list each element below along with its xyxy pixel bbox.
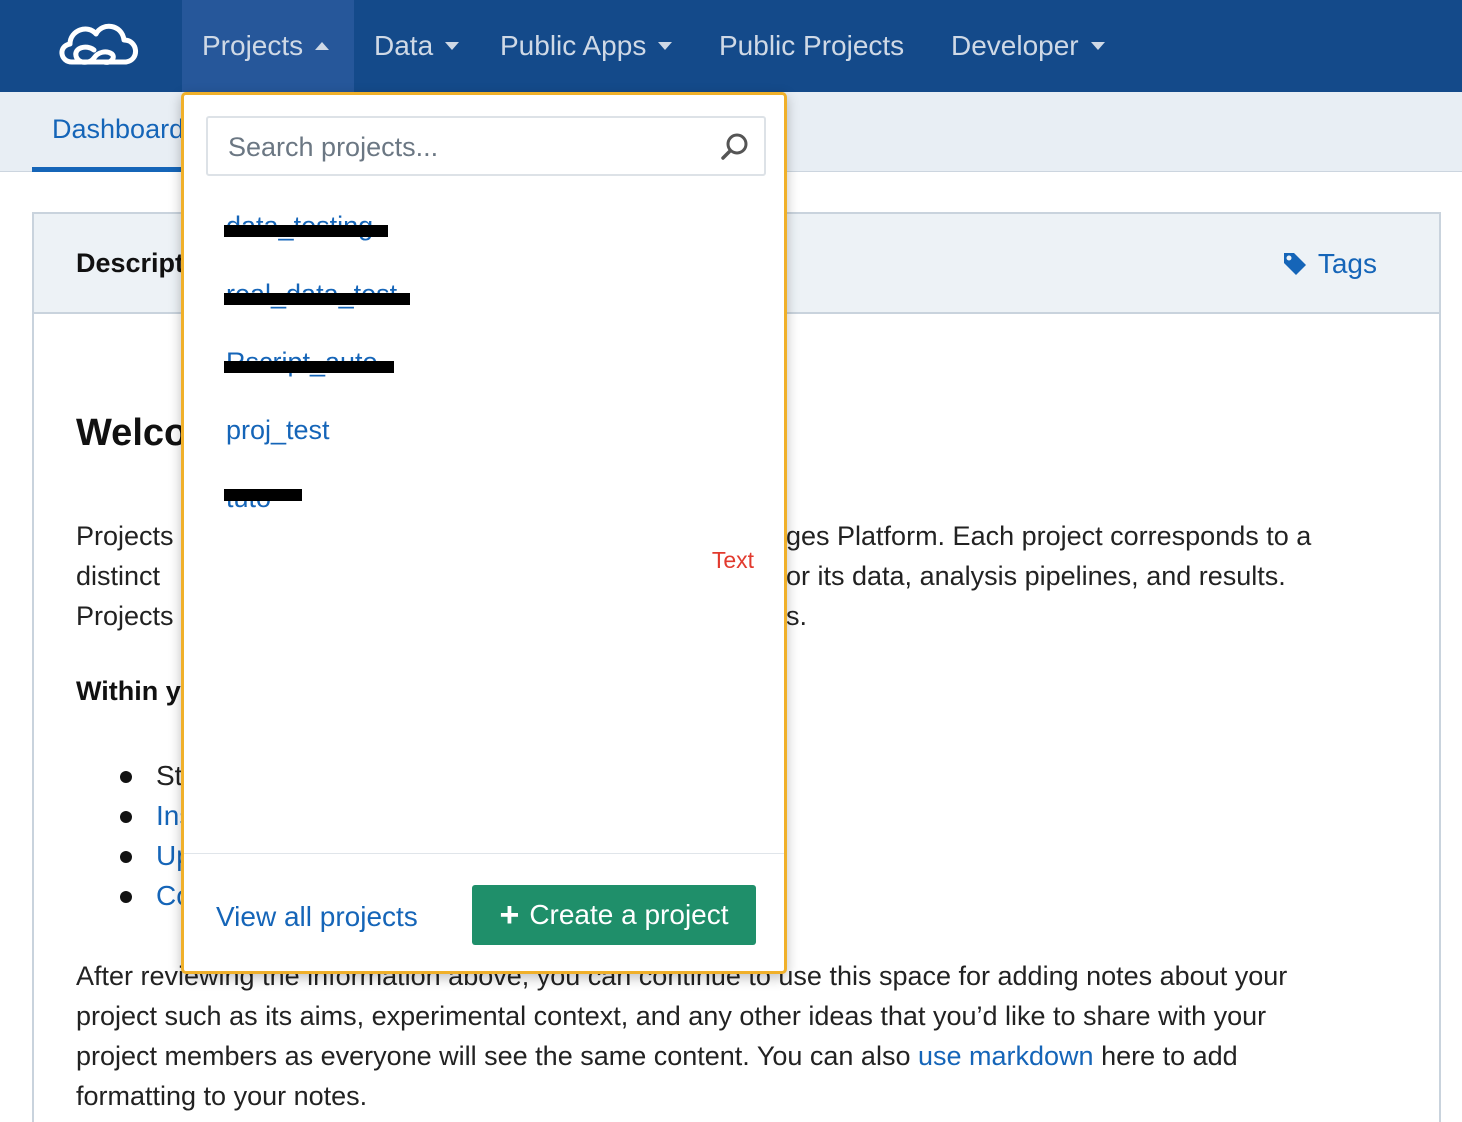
caret-down-icon: [658, 42, 673, 50]
notes-text: here to add: [1093, 1041, 1238, 1071]
top-navbar: Projects Data Public Apps Public Project…: [0, 0, 1462, 92]
dropdown-divider: [184, 853, 784, 854]
caret-down-icon: [445, 42, 460, 50]
project-item[interactable]: Rscript_auto: [224, 347, 397, 415]
redaction-bar: [224, 293, 410, 305]
intro-line-left: Projects: [76, 601, 174, 631]
nav-public-apps[interactable]: Public Apps: [480, 0, 692, 92]
nav-public-apps-label: Public Apps: [500, 30, 647, 61]
notes-line: project members as everyone will see the…: [76, 1036, 1287, 1076]
cloud-logo-icon[interactable]: [54, 14, 142, 74]
nav-projects[interactable]: Projects: [182, 0, 354, 92]
nav-developer-label: Developer: [951, 30, 1079, 61]
redaction-bar: [224, 489, 302, 501]
search-icon[interactable]: [720, 132, 750, 162]
nav-data[interactable]: Data: [354, 0, 479, 92]
create-project-label: Create a project: [529, 899, 729, 930]
tags-label: Tags: [1317, 248, 1377, 279]
caret-down-icon: [1090, 42, 1105, 50]
redaction-bar: [224, 361, 394, 373]
intro-line-left: Projects: [76, 521, 174, 551]
tab-dashboard[interactable]: Dashboard: [32, 92, 205, 172]
notes-text: project members as everyone will see the…: [76, 1041, 918, 1071]
project-item[interactable]: tuto: [224, 483, 397, 551]
project-name: proj_test: [226, 415, 330, 445]
project-list: data_testing real_data_test Rscript_auto…: [224, 211, 410, 551]
notes-line: project such as its aims, experimental c…: [76, 1001, 1267, 1031]
tag-icon: [1283, 253, 1306, 275]
project-item[interactable]: proj_test: [226, 415, 397, 483]
nav-public-projects-label: Public Projects: [719, 30, 905, 61]
intro-paragraph-right: ges Platform. Each project corresponds t…: [786, 516, 1311, 636]
intro-line-right: s.: [786, 601, 808, 631]
project-item[interactable]: real_data_test: [224, 279, 410, 347]
caret-up-icon: [315, 42, 330, 50]
create-project-button[interactable]: + Create a project: [472, 885, 756, 945]
tags-button[interactable]: Tags: [1282, 248, 1377, 280]
view-all-projects-link[interactable]: View all projects: [216, 901, 418, 933]
markdown-link[interactable]: use markdown: [918, 1041, 1094, 1071]
intro-paragraph-left: Projects distinct Projects: [76, 516, 174, 636]
nav-public-projects[interactable]: Public Projects: [699, 0, 924, 92]
search-box: [206, 116, 766, 176]
hint-text: Text: [711, 547, 754, 573]
notes-paragraph: After reviewing the information above, y…: [76, 956, 1287, 1116]
intro-line-right: or its data, analysis pipelines, and res…: [786, 561, 1286, 591]
nav-developer[interactable]: Developer: [931, 0, 1125, 92]
within-heading: Within y: [76, 676, 181, 706]
intro-line-right: ges Platform. Each project corresponds t…: [786, 521, 1312, 551]
nav-projects-label: Projects: [202, 30, 304, 61]
redaction-bar: [224, 225, 388, 237]
search-projects-input[interactable]: [228, 128, 688, 166]
intro-line-left: distinct: [76, 561, 161, 591]
project-item[interactable]: data_testing: [224, 211, 397, 279]
nav-data-label: Data: [374, 30, 434, 61]
plus-icon: +: [499, 896, 520, 934]
welcome-heading: Welco: [76, 412, 188, 454]
projects-dropdown: data_testing real_data_test Rscript_auto…: [181, 92, 787, 974]
notes-line: formatting to your notes.: [76, 1081, 368, 1111]
